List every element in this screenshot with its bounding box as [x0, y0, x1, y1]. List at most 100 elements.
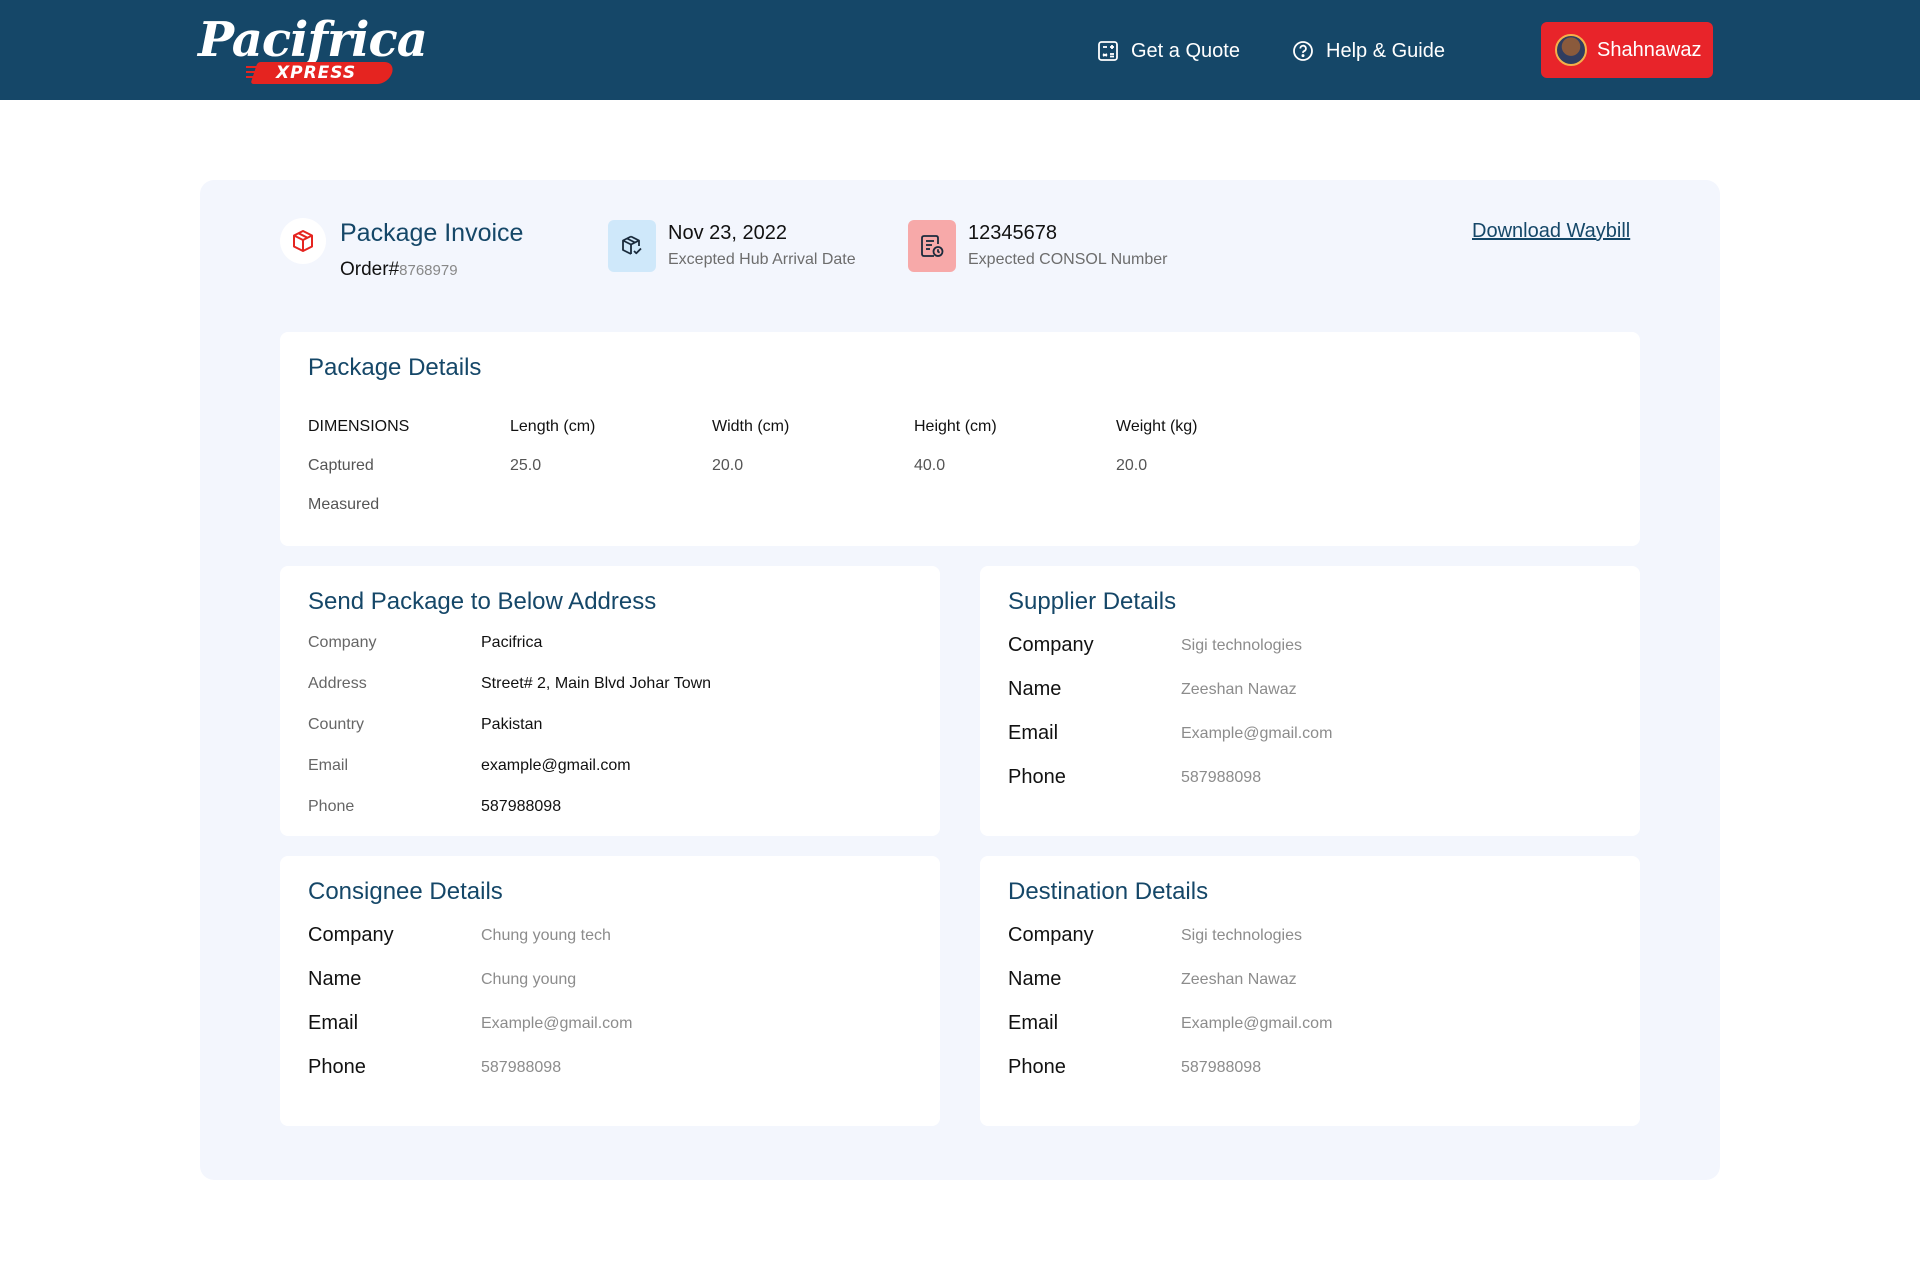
supplier-value: Example@gmail.com — [1181, 724, 1333, 742]
supplier-value: Zeeshan Nawaz — [1181, 680, 1297, 698]
logo-tagline: XPRESS — [276, 63, 357, 83]
dimensions-header: DIMENSIONS — [308, 418, 410, 435]
top-navigation-bar: Pacifrica XPRESS Get a Quote Help & Guid… — [0, 0, 1920, 100]
package-check-icon-badge — [608, 220, 656, 272]
dimensions-header-row: DIMENSIONS Length (cm) Width (cm) Height… — [308, 418, 1318, 436]
avatar — [1555, 34, 1587, 66]
supplier-label: Name — [1008, 678, 1062, 700]
captured-length: 25.0 — [510, 457, 542, 474]
send-address-value: 587988098 — [481, 798, 562, 815]
send-address-label: Country — [308, 716, 365, 733]
send-address-value: Street# 2, Main Blvd Johar Town — [481, 675, 712, 692]
invoice-title: Package Invoice — [340, 219, 524, 247]
send-address-label: Phone — [308, 798, 355, 815]
question-circle-icon — [1293, 41, 1313, 61]
consignee-label: Phone — [308, 1056, 366, 1078]
package-details-card: Package Details DIMENSIONS Length (cm) W… — [280, 332, 1640, 546]
supplier-details-card: Supplier Details Company Sigi technologi… — [980, 566, 1640, 836]
destination-value: Zeeshan Nawaz — [1181, 970, 1297, 988]
send-address-row-address: Address Street# 2, Main Blvd Johar Town — [308, 675, 711, 693]
send-address-card: Send Package to Below Address Company Pa… — [280, 566, 940, 836]
consignee-details-card: Consignee Details Company Chung young te… — [280, 856, 940, 1126]
consignee-details-title: Consignee Details — [308, 878, 503, 905]
send-address-label: Company — [308, 634, 377, 651]
package-icon — [293, 230, 313, 252]
logo-wordmark: Pacifrica — [198, 12, 428, 68]
consignee-value: Chung young tech — [481, 926, 611, 944]
width-header: Width (cm) — [712, 418, 790, 435]
order-line: Order#8768979 — [340, 259, 458, 281]
captured-width: 20.0 — [712, 457, 744, 474]
destination-row-phone: Phone 587988098 — [1008, 1056, 1261, 1079]
send-address-label: Email — [308, 757, 349, 774]
consignee-label: Company — [308, 924, 394, 946]
send-address-row-phone: Phone 587988098 — [308, 798, 561, 816]
consol-number-label: Expected CONSOL Number — [968, 251, 1168, 268]
user-name: Shahnawaz — [1597, 38, 1702, 61]
captured-label: Captured — [308, 457, 374, 474]
supplier-row-name: Name Zeeshan Nawaz — [1008, 678, 1297, 701]
measured-label: Measured — [308, 496, 380, 513]
hub-arrival-date: Nov 23, 2022 — [668, 222, 787, 244]
consignee-row-name: Name Chung young — [308, 968, 576, 991]
send-address-value: Pakistan — [481, 716, 543, 733]
pacifrica-logo[interactable]: Pacifrica XPRESS — [198, 12, 428, 88]
user-profile-button[interactable]: Shahnawaz — [1541, 22, 1713, 78]
destination-label: Company — [1008, 924, 1094, 946]
weight-header: Weight (kg) — [1116, 418, 1198, 435]
consignee-value: 587988098 — [481, 1058, 562, 1076]
consignee-row-phone: Phone 587988098 — [308, 1056, 561, 1079]
invoice-panel: Package Invoice Order#8768979 Nov 23, 20… — [200, 180, 1720, 1180]
measured-width — [712, 496, 914, 514]
consignee-row-email: Email Example@gmail.com — [308, 1012, 632, 1035]
hub-arrival-info: Nov 23, 2022 Excepted Hub Arrival Date — [608, 220, 856, 272]
destination-label: Email — [1008, 1012, 1059, 1034]
supplier-details-title: Supplier Details — [1008, 588, 1177, 615]
destination-value: Example@gmail.com — [1181, 1014, 1333, 1032]
order-label: Order# — [340, 259, 400, 280]
supplier-row-company: Company Sigi technologies — [1008, 634, 1302, 657]
consignee-label: Name — [308, 968, 362, 990]
destination-value: 587988098 — [1181, 1058, 1262, 1076]
calculator-icon — [1098, 41, 1118, 61]
supplier-label: Company — [1008, 634, 1094, 656]
consignee-value: Example@gmail.com — [481, 1014, 633, 1032]
send-address-row-country: Country Pakistan — [308, 716, 542, 734]
supplier-value: 587988098 — [1181, 768, 1262, 786]
supplier-row-email: Email Example@gmail.com — [1008, 722, 1332, 745]
document-clock-icon-badge — [908, 220, 956, 272]
nav-get-a-quote[interactable]: Get a Quote — [1097, 36, 1240, 66]
send-address-row-company: Company Pacifrica — [308, 634, 542, 652]
measured-row: Measured — [308, 496, 1318, 514]
package-icon-badge — [280, 218, 326, 264]
supplier-row-phone: Phone 587988098 — [1008, 766, 1261, 789]
captured-row: Captured 25.0 20.0 40.0 20.0 — [308, 457, 1318, 475]
send-address-row-email: Email example@gmail.com — [308, 757, 631, 775]
destination-details-card: Destination Details Company Sigi technol… — [980, 856, 1640, 1126]
logo-tagline-badge: XPRESS — [246, 62, 396, 84]
consignee-label: Email — [308, 1012, 359, 1034]
send-address-value: example@gmail.com — [481, 757, 631, 774]
consignee-row-company: Company Chung young tech — [308, 924, 611, 947]
package-details-title: Package Details — [308, 354, 482, 381]
supplier-value: Sigi technologies — [1181, 636, 1302, 654]
nav-get-a-quote-label: Get a Quote — [1131, 39, 1240, 62]
captured-weight: 20.0 — [1116, 457, 1148, 474]
send-address-title: Send Package to Below Address — [308, 588, 657, 615]
captured-height: 40.0 — [914, 457, 946, 474]
measured-length — [510, 496, 712, 514]
destination-label: Name — [1008, 968, 1062, 990]
document-clock-icon — [921, 235, 944, 257]
nav-help-guide[interactable]: Help & Guide — [1292, 36, 1445, 66]
hub-arrival-label: Excepted Hub Arrival Date — [668, 251, 856, 268]
length-header: Length (cm) — [510, 418, 596, 435]
supplier-label: Phone — [1008, 766, 1066, 788]
destination-details-title: Destination Details — [1008, 878, 1209, 905]
send-address-value: Pacifrica — [481, 634, 543, 651]
consignee-value: Chung young — [481, 970, 577, 988]
consol-number-info: 12345678 Expected CONSOL Number — [908, 220, 1167, 272]
destination-row-company: Company Sigi technologies — [1008, 924, 1302, 947]
supplier-label: Email — [1008, 722, 1059, 744]
package-check-icon — [622, 235, 642, 255]
download-waybill-link[interactable]: Download Waybill — [1472, 220, 1630, 243]
